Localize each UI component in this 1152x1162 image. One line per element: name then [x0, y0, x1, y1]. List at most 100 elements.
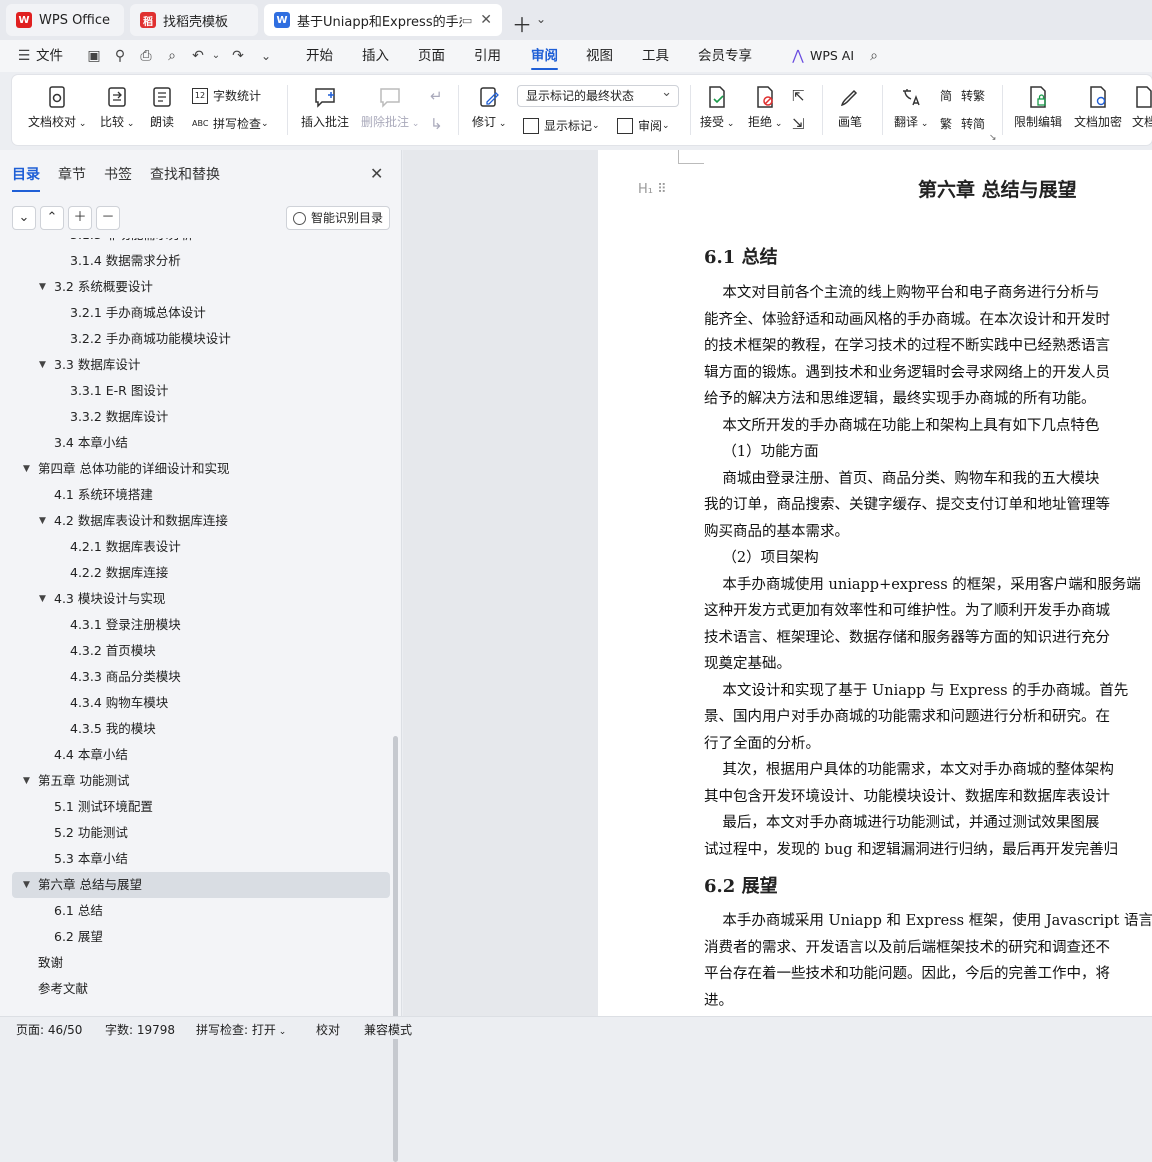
toc-item[interactable]: 6.2 展望	[12, 924, 390, 950]
next-change-icon[interactable]: ⇲	[792, 115, 805, 133]
add-heading-button[interactable]: ＋	[68, 206, 92, 230]
expand-caret-icon[interactable]: ▼	[23, 872, 30, 898]
to-simplified-button[interactable]: 繁 转简	[940, 115, 985, 132]
menu-member[interactable]: 会员专享	[698, 40, 752, 72]
doc-more-button[interactable]: 文档	[1132, 85, 1152, 130]
toc-item[interactable]: 第六章 总结与展望 ▼	[12, 872, 390, 898]
toc-item[interactable]: 3.3.2 数据库设计	[12, 404, 390, 430]
remove-heading-button[interactable]: －	[96, 206, 120, 230]
toc-item[interactable]: 4.2.1 数据库表设计	[12, 534, 390, 560]
undo-icon[interactable]: ↶	[190, 48, 206, 64]
close-pane-icon[interactable]: ✕	[370, 164, 383, 183]
undo-dropdown-icon[interactable]: ⌄	[208, 48, 224, 64]
toc-item[interactable]: 3.3 数据库设计 ▼	[12, 352, 390, 378]
tab-wps-office[interactable]: W WPS Office	[6, 4, 124, 36]
new-tab-button[interactable]: ＋	[512, 9, 532, 38]
expand-caret-icon[interactable]: ▼	[23, 768, 30, 794]
menu-view[interactable]: 视图	[586, 40, 613, 72]
revise-button[interactable]: 修订 ⌄	[472, 85, 506, 130]
nav-tab-find-replace[interactable]: 查找和替换	[150, 164, 220, 184]
toc-item[interactable]: 3.2.1 手办商城总体设计	[12, 300, 390, 326]
word-count-button[interactable]: 12 字数统计	[192, 87, 261, 104]
expand-caret-icon[interactable]: ▼	[39, 508, 46, 534]
toc-item[interactable]: 4.3.3 商品分类模块	[12, 664, 390, 690]
menu-wps-ai[interactable]: WPS AI	[810, 40, 854, 72]
toc-item[interactable]: 3.2 系统概要设计 ▼	[12, 274, 390, 300]
menu-home[interactable]: 开始	[306, 40, 333, 72]
redo-icon[interactable]: ↷	[230, 48, 246, 64]
menu-insert[interactable]: 插入	[362, 40, 389, 72]
toc-item[interactable]: 第四章 总体功能的详细设计和实现 ▼	[12, 456, 390, 482]
next-comment-icon[interactable]: ↳	[430, 115, 443, 133]
toc-item[interactable]: 4.2 数据库表设计和数据库连接 ▼	[12, 508, 390, 534]
save-icon[interactable]: ▣	[86, 48, 102, 64]
spell-check-button[interactable]: ABC 拼写检查 ⌄	[192, 115, 269, 132]
toc-item[interactable]: 4.2.2 数据库连接	[12, 560, 390, 586]
toc-item[interactable]: 4.3.2 首页模块	[12, 638, 390, 664]
reject-button[interactable]: 拒绝 ⌄	[748, 85, 782, 130]
hamburger-icon[interactable]: ☰	[16, 48, 32, 64]
tab-docer[interactable]: 稻 找稻壳模板	[130, 4, 258, 36]
delete-comment-button[interactable]: 删除批注 ⌄	[361, 85, 419, 130]
document-page[interactable]: H₁ ⠿ 第六章 总结与展望 6.1 总结 本文对目前各个主流的线上购物平台和电…	[598, 150, 1152, 1016]
tab-list-chevron-icon[interactable]: ⌄	[536, 12, 546, 26]
read-aloud-button[interactable]: 朗读	[150, 85, 174, 130]
menu-references[interactable]: 引用	[474, 40, 501, 72]
insert-comment-button[interactable]: 插入批注	[301, 85, 349, 130]
toc-item[interactable]: 4.3.5 我的模块	[12, 716, 390, 742]
translate-button[interactable]: 翻译 ⌄	[894, 85, 928, 130]
toc-item[interactable]: 5.2 功能测试	[12, 820, 390, 846]
menu-tools[interactable]: 工具	[642, 40, 669, 72]
toc-item[interactable]: 4.3.4 购物车模块	[12, 690, 390, 716]
menu-review[interactable]: 审阅	[531, 40, 558, 72]
nav-tab-bookmarks[interactable]: 书签	[104, 164, 132, 184]
review-pane-button[interactable]: 审阅 ⌄	[617, 117, 670, 134]
prev-change-icon[interactable]: ⇱	[792, 87, 805, 105]
toc-item[interactable]: 3.3.1 E-R 图设计	[12, 378, 390, 404]
toc-item[interactable]: 4.3 模块设计与实现 ▼	[12, 586, 390, 612]
toc-item[interactable]: 3.2.2 手办商城功能模块设计	[12, 326, 390, 352]
toc-item[interactable]: 3.1.3 非功能需求分析	[12, 238, 390, 248]
toc-item[interactable]: 3.1.4 数据需求分析	[12, 248, 390, 274]
nav-tab-toc[interactable]: 目录	[12, 164, 40, 192]
toc-item[interactable]: 6.1 总结	[12, 898, 390, 924]
prev-comment-icon[interactable]: ↵	[430, 87, 443, 105]
accept-button[interactable]: 接受 ⌄	[700, 85, 734, 130]
close-tab-icon[interactable]: ✕	[480, 12, 492, 28]
toc-item[interactable]: 4.4 本章小结	[12, 742, 390, 768]
doc-check-button[interactable]: 文档校对 ⌄	[28, 85, 86, 130]
toc-item[interactable]: 5.1 测试环境配置	[12, 794, 390, 820]
tab-current-document[interactable]: W 基于Uniapp和Express的手办 ▭ ✕	[264, 4, 502, 36]
toc-item[interactable]: 致谢	[12, 950, 390, 976]
toc-item[interactable]: 第五章 功能测试 ▼	[12, 768, 390, 794]
restrict-edit-button[interactable]: 限制编辑	[1014, 85, 1062, 130]
smart-toc-button[interactable]: 智能识别目录	[286, 206, 390, 230]
toc-item[interactable]: 4.3.1 登录注册模块	[12, 612, 390, 638]
encrypt-button[interactable]: 文档加密	[1074, 85, 1122, 130]
collapse-up-button[interactable]: ⌃	[40, 206, 64, 230]
toc-item[interactable]: 5.3 本章小结	[12, 846, 390, 872]
link-icon[interactable]: ⚲	[112, 48, 128, 64]
monitor-icon[interactable]: ▭	[462, 14, 472, 27]
to-traditional-button[interactable]: 简 转繁	[940, 87, 985, 104]
toc-item[interactable]: 参考文献	[12, 976, 390, 1002]
heading-drag-handle-icon[interactable]: H₁ ⠿	[638, 182, 667, 197]
expand-caret-icon[interactable]: ▼	[39, 352, 46, 378]
expand-caret-icon[interactable]: ▼	[39, 586, 46, 612]
expand-caret-icon[interactable]: ▼	[23, 456, 30, 482]
toc-scrollbar[interactable]	[393, 736, 398, 1162]
compare-button[interactable]: 比较 ⌄	[100, 85, 134, 130]
markup-state-dropdown[interactable]: 显示标记的最终状态	[517, 83, 679, 107]
status-proof[interactable]: 校对	[316, 1021, 340, 1038]
nav-tab-sections[interactable]: 章节	[58, 164, 86, 184]
expand-caret-icon[interactable]: ▼	[39, 274, 46, 300]
status-words[interactable]: 字数: 19798	[105, 1021, 175, 1038]
search-icon[interactable]: ⌕	[866, 48, 882, 64]
more-chevron-icon[interactable]: ⌄	[258, 48, 274, 64]
print-icon[interactable]: ⎙	[138, 48, 154, 64]
collapse-down-button[interactable]: ⌄	[12, 206, 36, 230]
toc-item[interactable]: 4.1 系统环境搭建	[12, 482, 390, 508]
pen-button[interactable]: 画笔	[838, 85, 862, 130]
status-spell-check[interactable]: 拼写检查: 打开 ⌄	[196, 1021, 286, 1038]
menu-page[interactable]: 页面	[418, 40, 445, 72]
